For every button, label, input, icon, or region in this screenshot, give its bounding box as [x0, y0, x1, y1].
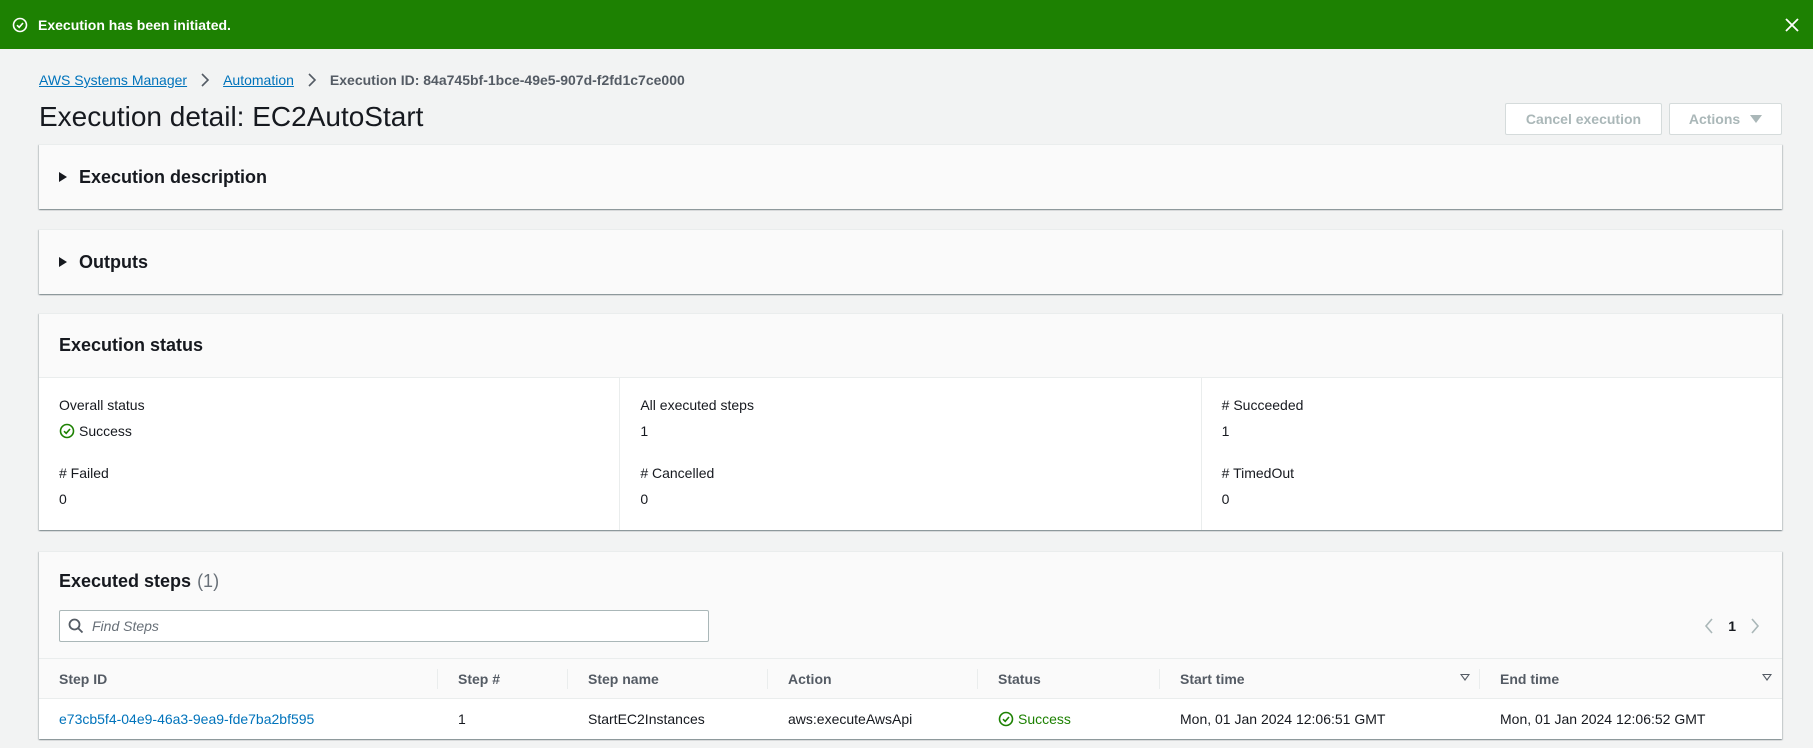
execution-description-expander[interactable]: Execution description — [39, 145, 1782, 209]
end-time-cell: Mon, 01 Jan 2024 12:06:52 GMT — [1500, 710, 1706, 727]
table-row: e73cb5f4-04e9-46a3-9ea9-fde7ba2bf595 1 S… — [39, 699, 1782, 739]
breadcrumb-automation[interactable]: Automation — [223, 72, 294, 88]
action-cell: aws:executeAwsApi — [788, 710, 913, 727]
executed-steps-count: (1) — [197, 570, 220, 591]
breadcrumb: AWS Systems Manager Automation Execution… — [39, 70, 685, 90]
caret-down-icon — [1750, 115, 1763, 123]
status-column: Overall status Success # Failed 0 — [39, 378, 619, 530]
status-column: All executed steps 1 # Cancelled 0 — [619, 378, 1200, 530]
column-header-start-time[interactable]: Start time — [1160, 658, 1480, 699]
timedout-label: # TimedOut — [1221, 465, 1295, 481]
chevron-right-icon — [304, 72, 320, 88]
overall-status: Overall status Success — [59, 396, 600, 464]
executed-steps-header: Executed steps (1) — [39, 552, 1782, 610]
executed-steps-table: Step ID Step # Step name Action Status S… — [39, 658, 1782, 739]
overall-status-text: Success — [79, 423, 132, 439]
caret-right-icon — [59, 257, 67, 267]
cancel-execution-button[interactable]: Cancel execution — [1505, 103, 1662, 135]
success-check-icon — [59, 423, 75, 439]
execution-description-panel: Execution description — [39, 144, 1782, 209]
outputs-heading: Outputs — [79, 251, 148, 272]
status-column: # Succeeded 1 # TimedOut 0 — [1200, 378, 1782, 532]
overall-status-value: Success — [59, 422, 600, 440]
page-title: Execution detail: EC2AutoStart — [39, 101, 424, 132]
cancelled-label: # Cancelled — [640, 465, 715, 481]
column-header-step-num[interactable]: Step # — [438, 658, 568, 699]
status-badge: Success — [998, 711, 1160, 727]
succeeded-value: 1 — [1221, 423, 1230, 439]
success-check-icon — [998, 711, 1014, 727]
actions-dropdown-button[interactable]: Actions — [1669, 103, 1782, 135]
column-header-step-id[interactable]: Step ID — [39, 658, 438, 699]
cancel-execution-label: Cancel execution — [1525, 111, 1642, 127]
sort-icon — [1460, 674, 1470, 681]
sort-icon — [1762, 674, 1772, 681]
timedout-value: 0 — [1221, 491, 1230, 507]
execution-status-heading: Execution status — [59, 335, 204, 355]
success-flash-bar: Execution has been initiated. — [0, 0, 1813, 49]
chevron-right-icon[interactable] — [1748, 616, 1762, 636]
check-circle-icon — [12, 17, 28, 33]
actions-label: Actions — [1688, 111, 1741, 127]
overall-status-label: Overall status — [59, 397, 145, 413]
status-cell: Success — [978, 699, 1160, 739]
succeeded-label: # Succeeded — [1221, 397, 1304, 413]
step-id-cell: e73cb5f4-04e9-46a3-9ea9-fde7ba2bf595 — [39, 699, 438, 739]
flash-message: Execution has been initiated. — [38, 16, 231, 33]
search-icon — [68, 618, 84, 634]
succeeded-count: # Succeeded 1 — [1222, 396, 1763, 464]
execution-status-header: Execution status — [39, 314, 1782, 378]
timedout-count: # TimedOut 0 — [1222, 464, 1763, 532]
close-icon[interactable] — [1783, 16, 1801, 34]
execution-description-heading: Execution description — [79, 166, 268, 187]
breadcrumb-systems-manager[interactable]: AWS Systems Manager — [39, 72, 187, 88]
column-header-step-name[interactable]: Step name — [568, 658, 768, 699]
outputs-expander[interactable]: Outputs — [39, 230, 1782, 294]
executed-steps-panel: Executed steps (1) 1 Step ID Step # Step… — [39, 551, 1782, 739]
failed-value: 0 — [59, 491, 67, 507]
start-time-cell: Mon, 01 Jan 2024 12:06:51 GMT — [1180, 710, 1386, 727]
find-steps-input[interactable] — [92, 618, 692, 634]
caret-right-icon — [59, 172, 67, 182]
steps-filter-row: 1 — [39, 610, 1782, 658]
step-name-cell: StartEC2Instances — [588, 710, 705, 727]
column-header-status[interactable]: Status — [978, 658, 1160, 699]
executed-steps-heading: Executed steps — [59, 570, 192, 591]
status-text: Success — [1018, 710, 1071, 727]
breadcrumb-current: Execution ID: 84a745bf-1bce-49e5-907d-f2… — [329, 72, 685, 88]
cancelled-count: # Cancelled 0 — [640, 464, 1181, 532]
chevron-left-icon[interactable] — [1702, 616, 1716, 636]
column-header-action[interactable]: Action — [768, 658, 978, 699]
all-steps-value: 1 — [640, 423, 649, 439]
failed-count: # Failed 0 — [59, 464, 600, 532]
page-number[interactable]: 1 — [1728, 618, 1736, 634]
step-num-cell: 1 — [458, 710, 466, 727]
pagination: 1 — [1702, 616, 1762, 636]
execution-status-panel: Execution status Overall status Success … — [39, 313, 1782, 530]
status-grid: Overall status Success # Failed 0 All ex… — [39, 378, 1782, 530]
cancelled-value: 0 — [640, 491, 649, 507]
chevron-right-icon — [197, 72, 213, 88]
all-steps-label: All executed steps — [640, 397, 754, 413]
find-steps-search — [59, 610, 709, 642]
column-header-end-time[interactable]: End time — [1480, 658, 1782, 699]
outputs-panel: Outputs — [39, 229, 1782, 294]
all-executed-steps: All executed steps 1 — [640, 396, 1181, 464]
table-header-row: Step ID Step # Step name Action Status S… — [39, 658, 1782, 699]
failed-label: # Failed — [59, 465, 109, 481]
step-id-link[interactable]: e73cb5f4-04e9-46a3-9ea9-fde7ba2bf595 — [59, 711, 314, 727]
